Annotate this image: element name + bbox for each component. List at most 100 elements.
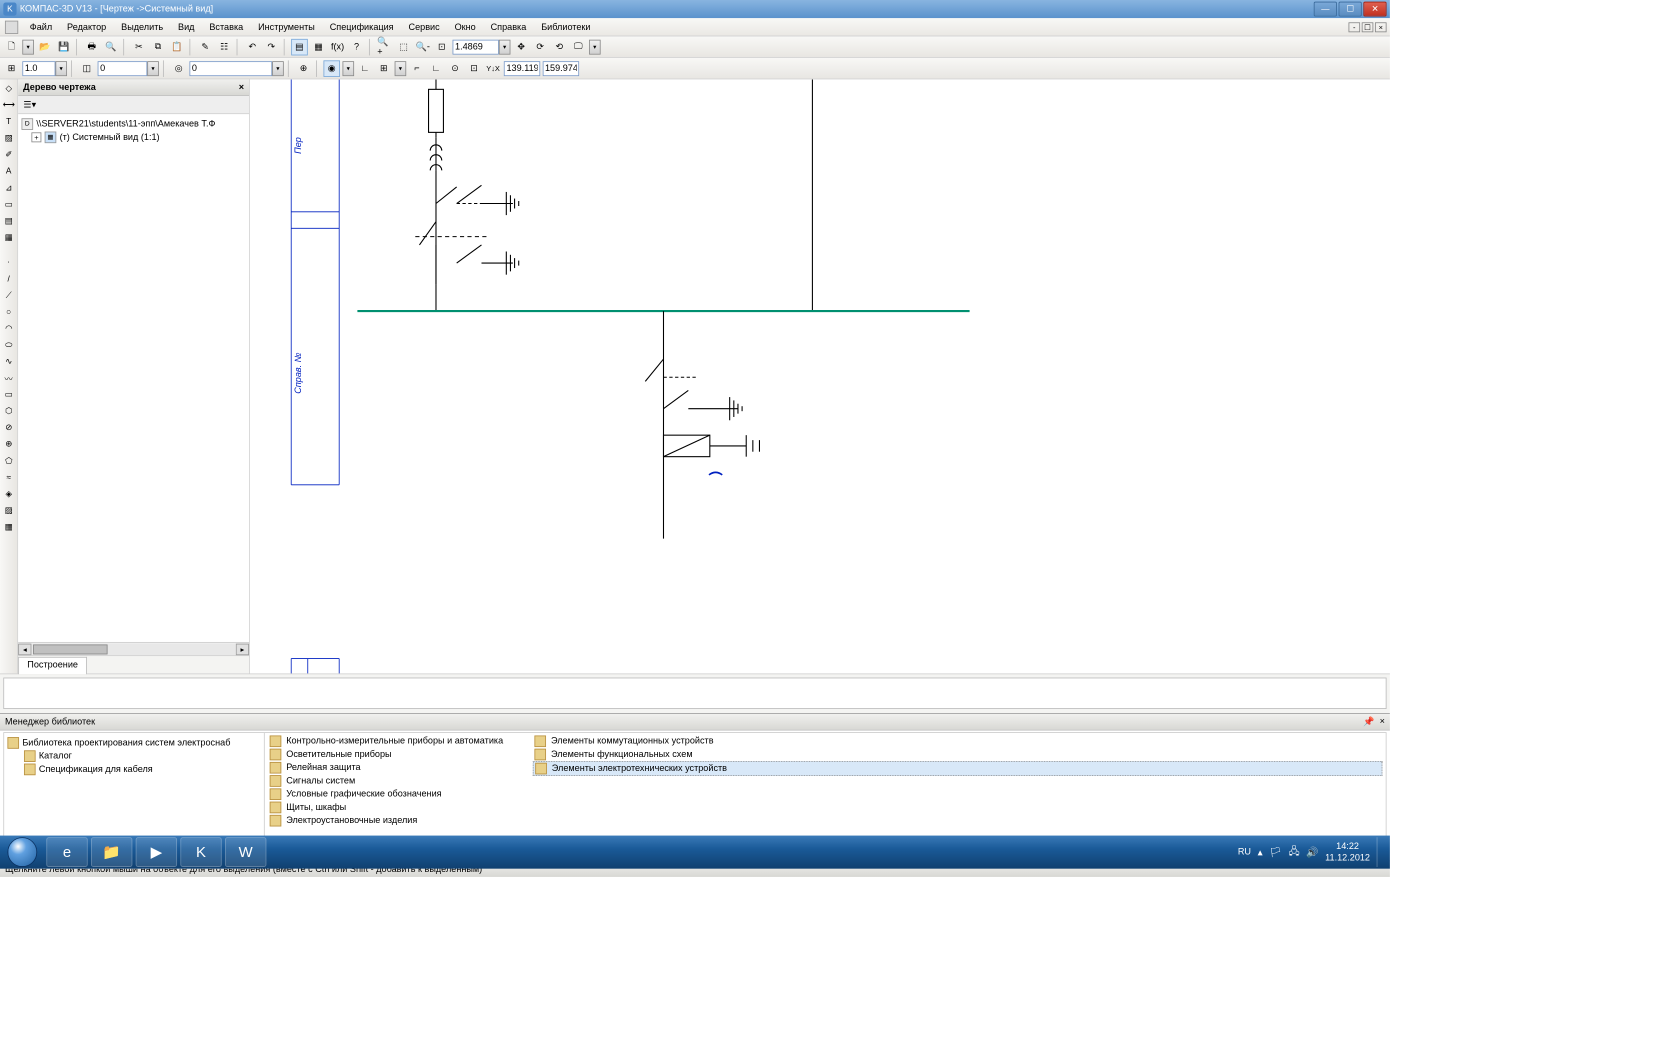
libmgr-pin-icon[interactable]: 📌	[1363, 716, 1374, 727]
layer-input[interactable]	[98, 61, 148, 76]
help-button[interactable]: ?	[348, 38, 365, 55]
cut-button[interactable]: ✂	[131, 38, 148, 55]
spline-tool[interactable]: ∿	[1, 354, 16, 369]
maximize-button[interactable]: ☐	[1339, 2, 1362, 17]
meas-icon[interactable]: ⊿	[1, 180, 16, 195]
axis-tool[interactable]: ⊕	[1, 437, 16, 452]
tree-panel-close[interactable]: ×	[239, 82, 244, 92]
paste-button[interactable]: 📋	[169, 38, 186, 55]
menu-help[interactable]: Справка	[484, 20, 533, 33]
libmgr-close-icon[interactable]: ×	[1380, 716, 1385, 727]
lang-indicator[interactable]: RU	[1238, 847, 1251, 857]
param-button[interactable]: ⊡	[466, 60, 483, 77]
report-icon[interactable]: ▦	[1, 230, 16, 245]
copy-props[interactable]: ✎	[197, 38, 214, 55]
list-item[interactable]: Контрольно-измерительные приборы и автом…	[268, 735, 526, 748]
grid-button[interactable]: ⊞	[3, 60, 20, 77]
tree-root[interactable]: D \\SERVER21\students\11-эпп\Амекачев Т.…	[22, 117, 246, 130]
arc-tool[interactable]: ◠	[1, 321, 16, 336]
grid-snap-button[interactable]: ⊞	[376, 60, 393, 77]
circle-tool[interactable]: ○	[1, 304, 16, 319]
list-item[interactable]: Элементы функциональных схем	[533, 748, 1383, 761]
tree-hscroll[interactable]: ◂ ▸	[18, 642, 249, 655]
round-button[interactable]: ⊙	[447, 60, 464, 77]
taskbar-ie[interactable]: e	[46, 837, 87, 867]
expand-icon[interactable]: +	[31, 132, 41, 142]
rect-tool[interactable]: ▭	[1, 387, 16, 402]
style1-input[interactable]	[22, 61, 55, 76]
seg-tool[interactable]: ⟋	[1, 288, 16, 303]
open-button[interactable]: 📂	[36, 38, 53, 55]
menu-spec[interactable]: Спецификация	[323, 20, 400, 33]
menu-insert[interactable]: Вставка	[203, 20, 250, 33]
refresh-dropdown[interactable]: ▾	[589, 39, 601, 54]
close-button[interactable]: ✕	[1363, 2, 1386, 17]
tree-settings-icon[interactable]: ☰▾	[22, 96, 39, 113]
zoom-input[interactable]	[453, 39, 499, 54]
zoom-window-button[interactable]: ⬚	[395, 38, 412, 55]
properties-button[interactable]: ☷	[216, 38, 233, 55]
poly-tool[interactable]: ⬡	[1, 404, 16, 419]
menu-tools[interactable]: Инструменты	[251, 20, 321, 33]
preview-button[interactable]: 🔍	[103, 38, 120, 55]
lib-node2[interactable]: Спецификация для кабеля	[7, 763, 260, 776]
dim-icon[interactable]: ⟷	[1, 98, 16, 113]
minimize-button[interactable]: —	[1314, 2, 1337, 17]
variables-button[interactable]: ▦	[310, 38, 327, 55]
collect-tool[interactable]: ◈	[1, 486, 16, 501]
rotate-button[interactable]: ⟳	[532, 38, 549, 55]
lib-manager-button[interactable]: ▤	[291, 38, 308, 55]
libmgr-tree[interactable]: Библиотека проектирования систем электро…	[4, 733, 265, 841]
snap-button[interactable]: ⊕	[295, 60, 312, 77]
lib-node1[interactable]: Каталог	[7, 750, 260, 763]
list-item-selected[interactable]: Элементы электротехнических устройств	[533, 761, 1383, 776]
spec-icon[interactable]: ▤	[1, 213, 16, 228]
taskbar-kompas[interactable]: K	[180, 837, 221, 867]
coord-x-input[interactable]	[504, 61, 540, 76]
new-dropdown[interactable]: ▾	[22, 39, 34, 54]
style1-dropdown[interactable]: ▾	[55, 61, 67, 76]
sel-icon[interactable]: ▭	[1, 197, 16, 212]
ortho-button[interactable]: ∟	[357, 60, 374, 77]
menu-view[interactable]: Вид	[171, 20, 201, 33]
point-tool[interactable]: ·	[1, 255, 16, 270]
scroll-right[interactable]: ▸	[236, 643, 249, 655]
view-input[interactable]	[189, 61, 272, 76]
redo-button[interactable]: ↷	[263, 38, 280, 55]
mdi-close[interactable]: ×	[1375, 22, 1387, 32]
new-button[interactable]: 🗋	[3, 38, 20, 55]
scroll-left[interactable]: ◂	[18, 643, 31, 655]
save-button[interactable]: 💾	[55, 38, 72, 55]
list-item[interactable]: Сигналы систем	[268, 774, 526, 787]
list-item[interactable]: Щиты, шкафы	[268, 801, 526, 814]
drawing-tree[interactable]: D \\SERVER21\students\11-эпп\Амекачев Т.…	[18, 114, 249, 642]
view-dropdown[interactable]: ▾	[272, 61, 284, 76]
hatch2-tool[interactable]: ▨	[1, 503, 16, 518]
taskbar-wmp[interactable]: ▶	[136, 837, 177, 867]
tray-action-icon[interactable]: 🏳	[1269, 846, 1282, 858]
command-input[interactable]	[3, 678, 1386, 709]
list-item[interactable]: Электроустановочные изделия	[268, 814, 526, 827]
list-item[interactable]: Элементы коммутационных устройств	[533, 735, 1383, 748]
mdi-restore[interactable]: ☐	[1362, 22, 1374, 32]
print-button[interactable]: 🖶	[84, 38, 101, 55]
lib-root[interactable]: Библиотека проектирования систем электро…	[7, 736, 260, 749]
zoom-out-button[interactable]: 🔍-	[414, 38, 431, 55]
rebuild-button[interactable]: ⟲	[551, 38, 568, 55]
layer-button[interactable]: ◫	[79, 60, 96, 77]
geom-icon[interactable]: ◇	[1, 81, 16, 96]
fx-button[interactable]: f(x)	[329, 38, 346, 55]
menu-edit[interactable]: Редактор	[60, 20, 112, 33]
menu-file[interactable]: Файл	[23, 20, 59, 33]
refresh-button[interactable]: 🖵	[570, 38, 587, 55]
view-button[interactable]: ◎	[170, 60, 187, 77]
tray-network-icon[interactable]: 🖧	[1288, 843, 1299, 860]
break-tool[interactable]: ⊘	[1, 420, 16, 435]
copy-button[interactable]: ⧉	[150, 38, 167, 55]
edit-icon[interactable]: ✐	[1, 147, 16, 162]
grid-dropdown[interactable]: ▾	[395, 61, 407, 76]
ortho2-button[interactable]: ∟	[428, 60, 445, 77]
bezier-tool[interactable]: 〰	[1, 371, 16, 386]
menu-libs[interactable]: Библиотеки	[535, 20, 598, 33]
zoom-in-button[interactable]: 🔍+	[376, 38, 393, 55]
